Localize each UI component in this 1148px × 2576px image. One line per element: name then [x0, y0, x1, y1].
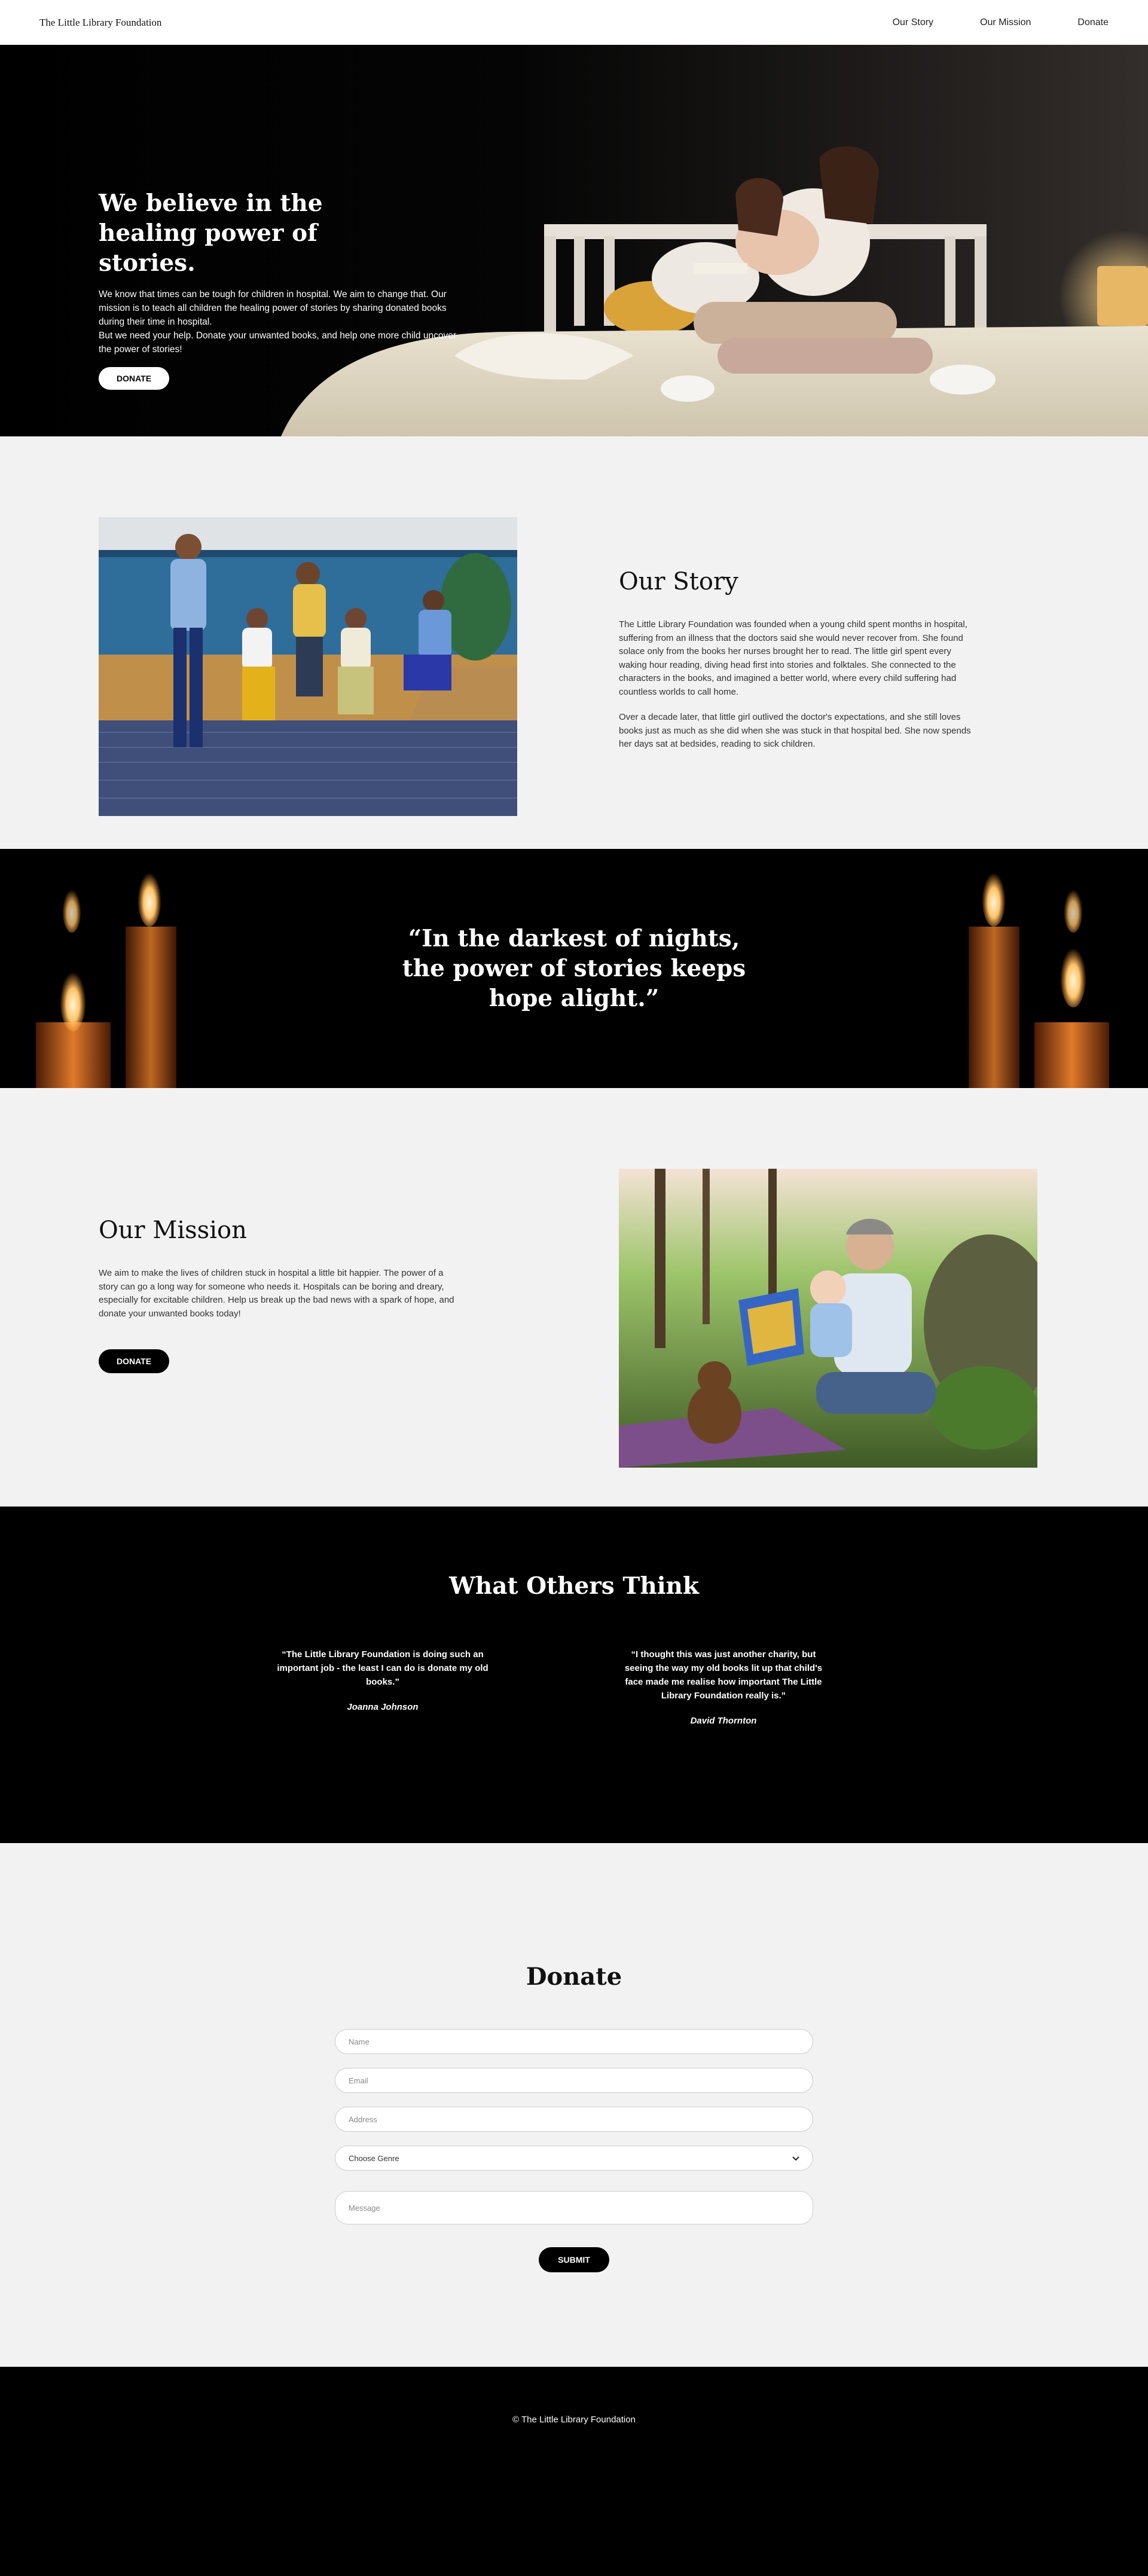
- brand-logo-text[interactable]: The Little Library Foundation: [39, 17, 161, 29]
- our-story-section: Our Story The Little Library Foundation …: [0, 436, 1148, 849]
- mission-paragraph: We aim to make the lives of children stu…: [99, 1268, 454, 1319]
- our-mission-section: Our Mission We aim to make the lives of …: [0, 1088, 1148, 1507]
- chevron-down-icon: [792, 2154, 799, 2163]
- testimonial-author: Joanna Johnson: [347, 1702, 419, 1712]
- address-input[interactable]: [335, 2107, 813, 2132]
- testimonials-title: What Others Think: [449, 1572, 699, 1600]
- testimonial-author: David Thornton: [690, 1716, 757, 1726]
- nav-link-donate[interactable]: Donate: [1077, 17, 1109, 28]
- testimonial-quote: “The Little Library Foundation is doing …: [277, 1649, 488, 1687]
- quote-text: “In the darkest of nights, the power of …: [402, 925, 746, 1012]
- mission-image: [619, 1169, 1037, 1468]
- submit-button[interactable]: SUBMIT: [539, 2247, 609, 2272]
- hero-body-line-2: But we need your help. Donate your unwan…: [99, 331, 456, 355]
- testimonial-card: “The Little Library Foundation is doing …: [275, 1648, 490, 1712]
- hero-title: We believe in the healing power of stori…: [99, 190, 323, 277]
- donate-title: Donate: [526, 1963, 622, 1991]
- message-input[interactable]: [335, 2191, 813, 2224]
- donate-section: Donate Choose Genre SUBMIT: [0, 1843, 1148, 2367]
- nav-link-our-mission[interactable]: Our Mission: [980, 17, 1031, 28]
- email-input[interactable]: [335, 2068, 813, 2093]
- hero-body-line-1: We know that times can be tough for chil…: [99, 289, 447, 327]
- story-paragraph-1: The Little Library Foundation was founde…: [619, 619, 967, 697]
- mission-donate-button[interactable]: DONATE: [99, 1349, 170, 1373]
- mission-title: Our Mission: [99, 1217, 247, 1244]
- name-input[interactable]: [335, 2029, 813, 2054]
- quote-section: “In the darkest of nights, the power of …: [0, 849, 1148, 1088]
- story-title: Our Story: [619, 568, 738, 595]
- story-text-block: Our Story The Little Library Foundation …: [619, 568, 978, 751]
- hero-donate-button[interactable]: DONATE: [99, 367, 170, 390]
- hero-body: We know that times can be tough for chil…: [99, 288, 457, 356]
- top-nav: The Little Library Foundation Our Story …: [0, 0, 1148, 45]
- testimonial-card: “I thought this was just another charity…: [616, 1648, 831, 1726]
- hero-text-block: We believe in the healing power of stori…: [99, 188, 457, 390]
- footer-copyright: © The Little Library Foundation: [512, 2415, 636, 2425]
- testimonial-quote: “I thought this was just another charity…: [624, 1649, 823, 1701]
- nav-link-our-story[interactable]: Our Story: [893, 17, 933, 28]
- footer: © The Little Library Foundation: [0, 2367, 1148, 2576]
- testimonials-section: What Others Think “The Little Library Fo…: [0, 1507, 1148, 1843]
- hero-section: We believe in the healing power of stori…: [0, 45, 1148, 436]
- story-paragraph-2: Over a decade later, that little girl ou…: [619, 712, 971, 749]
- genre-select-value: Choose Genre: [349, 2153, 399, 2163]
- mission-text-block: Our Mission We aim to make the lives of …: [99, 1217, 457, 1373]
- genre-select[interactable]: Choose Genre: [335, 2146, 813, 2171]
- story-image: [99, 517, 517, 816]
- nav-links: Our Story Our Mission Donate: [846, 17, 1109, 28]
